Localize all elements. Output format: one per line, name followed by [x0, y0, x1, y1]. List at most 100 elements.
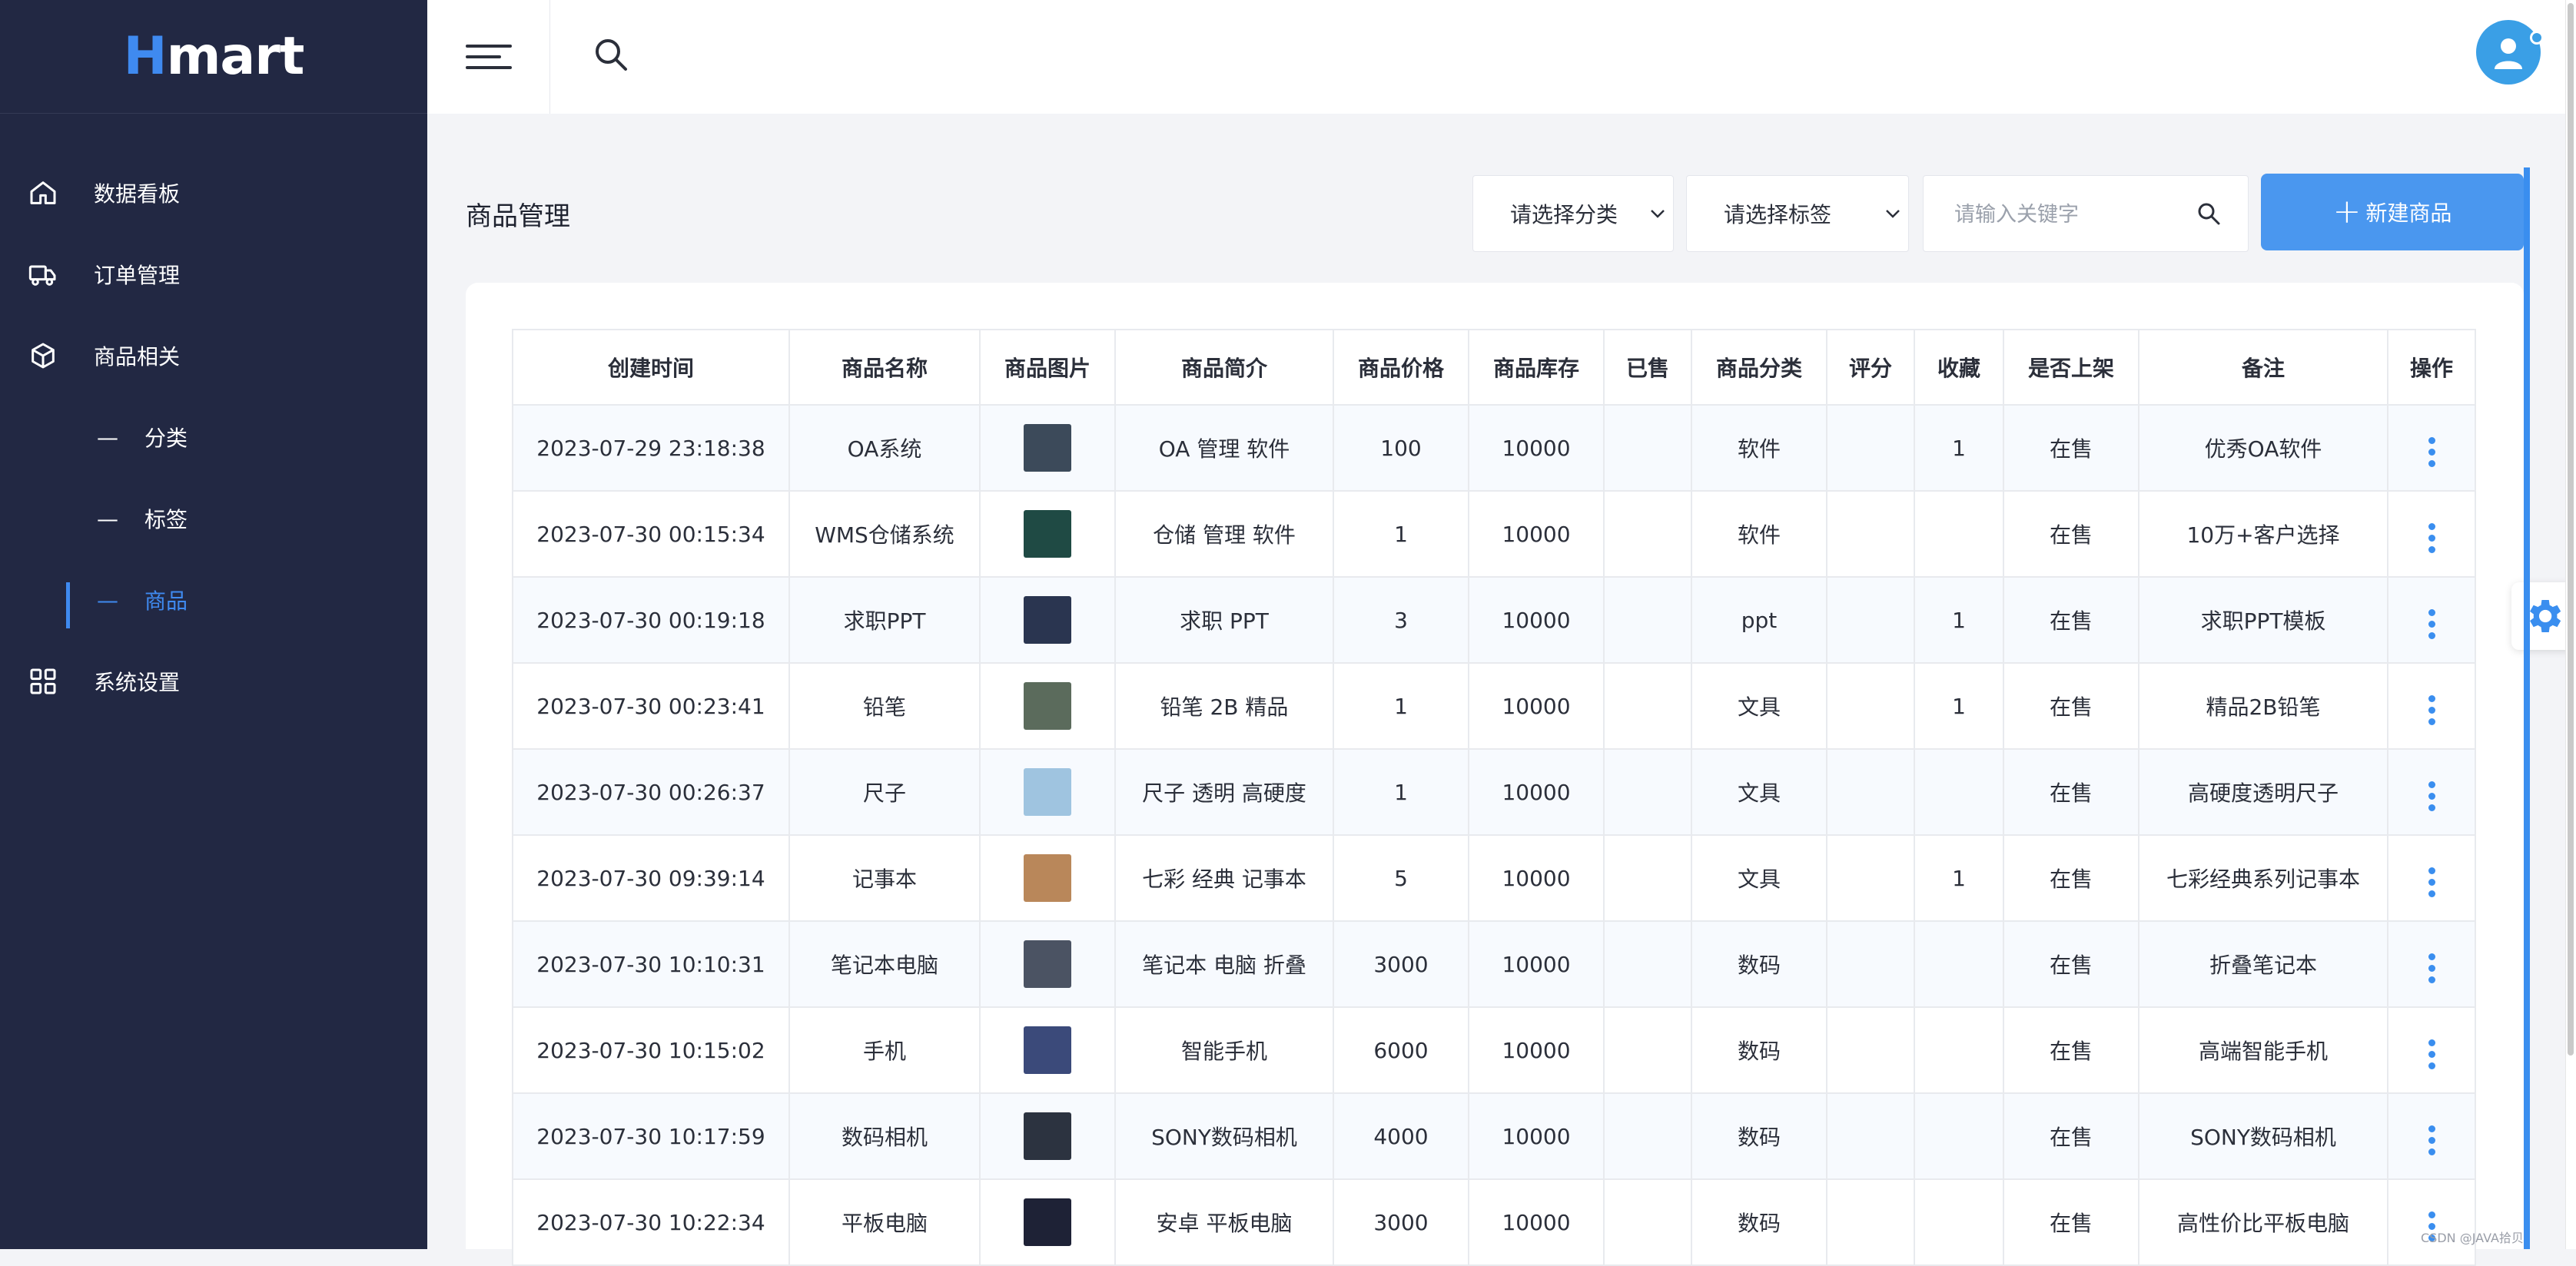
sidebar-item-dashboard[interactable]: 数据看板 — [0, 152, 427, 234]
grid-icon — [28, 666, 58, 697]
cell-stock: 10000 — [1468, 490, 1605, 578]
cell-sold — [1603, 920, 1692, 1008]
cell-category: 文具 — [1691, 748, 1827, 836]
cell-note: 七彩经典系列记事本 — [2138, 834, 2388, 922]
table-row: 2023-07-30 10:17:59 数码相机 SONY数码相机 4000 10000… — [512, 1092, 2476, 1180]
product-image-cell — [979, 404, 1116, 492]
cell-sold — [1603, 1178, 1692, 1266]
cell-fav — [1914, 1006, 2004, 1094]
cell-name: 铅笔 — [788, 662, 981, 750]
cell-sold — [1603, 1092, 1692, 1180]
cell-score — [1826, 576, 1915, 664]
cell-stock: 10000 — [1468, 920, 1605, 1008]
col-header[interactable]: 商品名称 — [788, 329, 981, 406]
search-icon — [596, 39, 627, 71]
more-actions-icon[interactable] — [2428, 863, 2435, 902]
product-thumbnail[interactable] — [1024, 940, 1071, 988]
table-row: 2023-07-29 23:18:38 OA系统 OA 管理 软件 100 10000 软… — [512, 404, 2476, 492]
col-header[interactable]: 商品库存 — [1468, 329, 1605, 406]
col-header[interactable]: 备注 — [2138, 329, 2388, 406]
menu-toggle-button[interactable] — [427, 0, 550, 114]
new-product-button[interactable]: + 新建商品 — [2261, 174, 2524, 250]
more-actions-icon[interactable] — [2428, 777, 2435, 816]
table-row: 2023-07-30 10:10:31 笔记本电脑 笔记本 电脑 折叠 3000 100… — [512, 920, 2476, 1008]
cell-name: 数码相机 — [788, 1092, 981, 1180]
table-row: 2023-07-30 10:22:34 平板电脑 安卓 平板电脑 3000 10000 数… — [512, 1178, 2476, 1266]
product-table: 创建时间 商品名称 商品图片 商品简介 商品价格 商品库存 已售 商品分类 评分… — [512, 329, 2476, 1266]
more-actions-icon[interactable] — [2428, 950, 2435, 988]
cell-sold — [1603, 662, 1692, 750]
tag-select[interactable]: 请选择标签 — [1686, 175, 1909, 252]
sidebar-subitem-category[interactable]: — 分类 — [0, 396, 427, 478]
more-actions-icon[interactable] — [2428, 605, 2435, 644]
cell-stock: 10000 — [1468, 576, 1605, 664]
product-thumbnail[interactable] — [1024, 424, 1071, 472]
cell-time: 2023-07-29 23:18:38 — [512, 404, 790, 492]
user-avatar[interactable] — [2476, 20, 2541, 85]
cell-name: 手机 — [788, 1006, 981, 1094]
col-header[interactable]: 商品图片 — [979, 329, 1116, 406]
cell-price: 1 — [1333, 748, 1469, 836]
sidebar-item-products[interactable]: 商品相关 — [0, 315, 427, 396]
cell-status: 在售 — [2003, 490, 2139, 578]
header-search-button[interactable] — [592, 35, 630, 74]
sidebar-item-orders[interactable]: 订单管理 — [0, 234, 427, 315]
cell-name: 尺子 — [788, 748, 981, 836]
logo[interactable]: Hmart — [0, 0, 427, 114]
table-header-row: 创建时间 商品名称 商品图片 商品简介 商品价格 商品库存 已售 商品分类 评分… — [512, 329, 2476, 406]
cube-icon — [28, 340, 58, 371]
col-header[interactable]: 已售 — [1603, 329, 1692, 406]
product-thumbnail[interactable] — [1024, 1112, 1071, 1160]
cell-stock: 10000 — [1468, 662, 1605, 750]
cell-name: 平板电脑 — [788, 1178, 981, 1266]
actions-cell — [2387, 920, 2476, 1008]
more-actions-icon[interactable] — [2428, 1036, 2435, 1074]
sidebar-subitem-tag[interactable]: — 标签 — [0, 478, 427, 559]
col-header[interactable]: 是否上架 — [2003, 329, 2139, 406]
cell-score — [1826, 490, 1915, 578]
actions-cell — [2387, 1178, 2476, 1266]
product-thumbnail[interactable] — [1024, 510, 1071, 558]
top-header — [427, 0, 2576, 114]
cell-time: 2023-07-30 00:23:41 — [512, 662, 790, 750]
category-select[interactable]: 请选择分类 — [1472, 175, 1674, 252]
sidebar-subitem-product[interactable]: — 商品 — [0, 559, 427, 641]
product-thumbnail[interactable] — [1024, 1026, 1071, 1074]
cell-stock: 10000 — [1468, 1178, 1605, 1266]
home-icon — [28, 177, 58, 208]
product-image-cell — [979, 662, 1116, 750]
product-thumbnail[interactable] — [1024, 854, 1071, 902]
search-icon[interactable] — [2196, 201, 2222, 227]
cell-desc: SONY数码相机 — [1114, 1092, 1334, 1180]
col-header[interactable]: 商品分类 — [1691, 329, 1827, 406]
table-row: 2023-07-30 10:15:02 手机 智能手机 6000 10000 数码 在售 高端… — [512, 1006, 2476, 1094]
keyword-search — [1923, 175, 2249, 252]
col-header[interactable]: 创建时间 — [512, 329, 790, 406]
col-header[interactable]: 收藏 — [1914, 329, 2004, 406]
cell-fav — [1914, 920, 2004, 1008]
col-header[interactable]: 操作 — [2387, 329, 2476, 406]
cell-desc: 铅笔 2B 精品 — [1114, 662, 1334, 750]
cell-desc: 笔记本 电脑 折叠 — [1114, 920, 1334, 1008]
scrollbar-thumb[interactable] — [2568, 3, 2574, 1056]
sidebar-menu: 数据看板 订单管理 商品相关 — 分类 — 标签 — 商品 系统设置 — [0, 152, 427, 722]
product-thumbnail[interactable] — [1024, 1198, 1071, 1246]
col-header[interactable]: 商品简介 — [1114, 329, 1334, 406]
sidebar-item-settings[interactable]: 系统设置 — [0, 641, 427, 722]
product-image-cell — [979, 920, 1116, 1008]
col-header[interactable]: 评分 — [1826, 329, 1915, 406]
product-thumbnail[interactable] — [1024, 682, 1071, 730]
more-actions-icon[interactable] — [2428, 519, 2435, 558]
chevron-down-icon — [1877, 209, 1908, 218]
cell-stock: 10000 — [1468, 748, 1605, 836]
more-actions-icon[interactable] — [2428, 433, 2435, 472]
cell-status: 在售 — [2003, 1006, 2139, 1094]
more-actions-icon[interactable] — [2428, 1122, 2435, 1160]
more-actions-icon[interactable] — [2428, 691, 2435, 730]
search-input[interactable] — [1954, 199, 2185, 230]
product-thumbnail[interactable] — [1024, 596, 1071, 644]
col-header[interactable]: 商品价格 — [1333, 329, 1469, 406]
product-thumbnail[interactable] — [1024, 768, 1071, 816]
cell-score — [1826, 662, 1915, 750]
cell-fav: 1 — [1914, 404, 2004, 492]
